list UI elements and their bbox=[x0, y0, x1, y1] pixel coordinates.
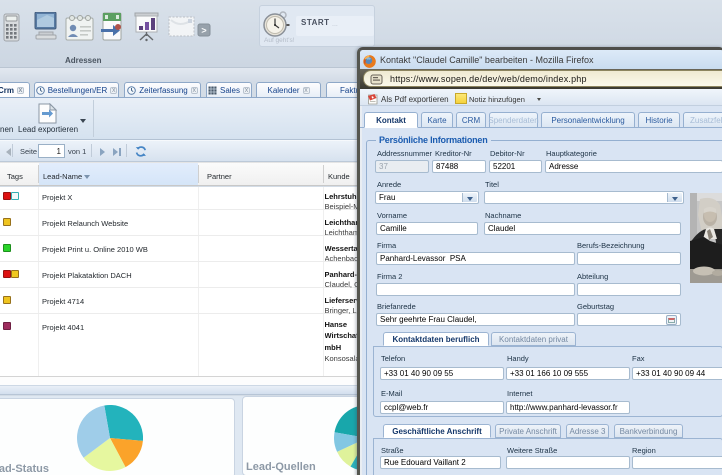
svg-text:>: > bbox=[201, 26, 206, 36]
